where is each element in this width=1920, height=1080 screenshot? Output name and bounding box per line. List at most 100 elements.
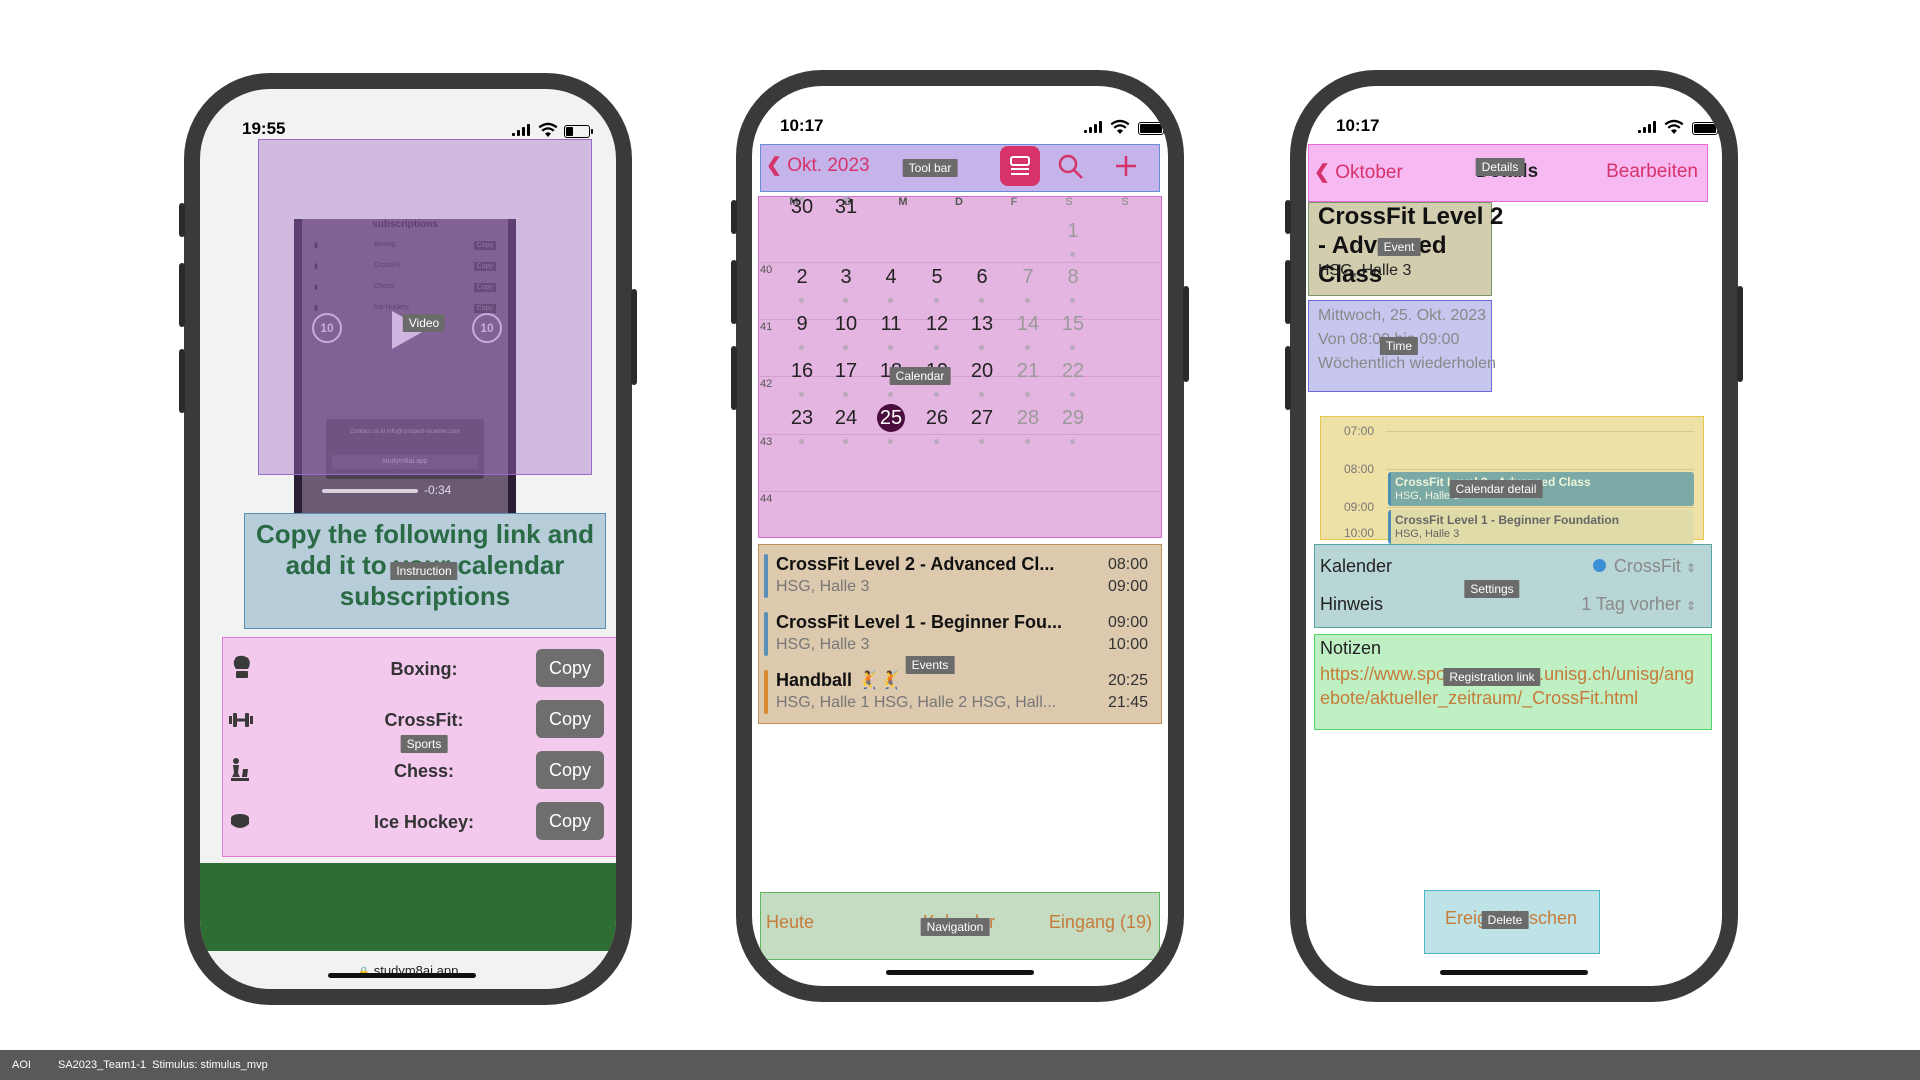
- day-cell[interactable]: 20: [960, 360, 1004, 383]
- aoi-label-delete: Delete: [1481, 911, 1529, 929]
- day-cell[interactable]: 5: [915, 266, 959, 289]
- event-dot: [799, 392, 804, 397]
- day-cell[interactable]: 7: [1006, 266, 1050, 289]
- day-number: 16: [790, 360, 814, 382]
- day-cell[interactable]: 22: [1051, 360, 1095, 383]
- side-button: [1285, 260, 1291, 324]
- timeline-event-location: HSG, Halle 3: [1395, 528, 1460, 540]
- event-dot: [1025, 392, 1030, 397]
- aoi-label-details: Details: [1475, 158, 1525, 176]
- video-progress-track[interactable]: [322, 489, 418, 493]
- event-dot: [1025, 298, 1030, 303]
- toolbar: ❮ Okt. 2023: [760, 144, 1158, 190]
- aoi-label-calendar-detail: Calendar detail: [1449, 480, 1543, 498]
- day-cell[interactable]: 16: [780, 360, 824, 383]
- event-dot: [979, 298, 984, 303]
- list-view-button[interactable]: [1000, 146, 1040, 186]
- timeline-event-2[interactable]: CrossFit Level 1 - Beginner Foundation H…: [1388, 510, 1694, 544]
- wifi-icon: [538, 122, 558, 137]
- chevron-updown-icon: ⇕: [1685, 561, 1696, 575]
- event-dot: [843, 298, 848, 303]
- event-dot: [888, 345, 893, 350]
- edit-button[interactable]: Bearbeiten: [1606, 161, 1698, 183]
- day-number: 7: [1022, 266, 1034, 288]
- day-cell[interactable]: 21: [1006, 360, 1050, 383]
- day-cell[interactable]: 29: [1051, 407, 1095, 430]
- event-dot: [934, 439, 939, 444]
- add-icon[interactable]: [1114, 154, 1138, 178]
- event-location: HSG, Halle 3: [776, 636, 870, 653]
- battery-icon: [1692, 122, 1721, 135]
- day-cell[interactable]: 24: [824, 407, 868, 430]
- phone-3-frame: 10:17 ❮ Oktober Details Bearbeiten Detai…: [1285, 70, 1743, 1002]
- aoi-label-events: Events: [905, 656, 955, 674]
- event-dot: [1070, 252, 1075, 257]
- day-number: 28: [1016, 407, 1040, 429]
- day-number: 27: [970, 407, 994, 429]
- day-cell[interactable]: 2: [780, 266, 824, 289]
- day-cell[interactable]: 23: [780, 407, 824, 430]
- aoi-label-settings: Settings: [1464, 580, 1520, 598]
- day-cell[interactable]: 10: [824, 313, 868, 336]
- calendar-setting[interactable]: Kalender CrossFit ⇕: [1314, 544, 1710, 584]
- day-cell[interactable]: 25: [869, 404, 913, 432]
- day-cell[interactable]: 17: [824, 360, 868, 383]
- day-cell[interactable]: 27: [960, 407, 1004, 430]
- side-button: [179, 203, 185, 237]
- calendar-value-text: CrossFit: [1613, 556, 1681, 576]
- side-button: [631, 289, 637, 385]
- day-cell[interactable]: 12: [915, 313, 959, 336]
- sport-row-boxing: Boxing: Copy: [222, 645, 616, 695]
- event-row[interactable]: CrossFit Level 1 - Beginner Fou... HSG, …: [758, 610, 1160, 660]
- search-icon[interactable]: [1058, 154, 1084, 180]
- event-end: 10:00: [1107, 636, 1148, 653]
- url-bar[interactable]: 🔒 studym8ai.app: [200, 951, 616, 989]
- day-number: 8: [1067, 266, 1079, 288]
- aoi-label-time: Time: [1379, 337, 1419, 355]
- day-cell[interactable]: 4: [869, 266, 913, 289]
- event-dot: [979, 439, 984, 444]
- aoi-label-sports: Sports: [400, 735, 448, 753]
- phone-3-screen: 10:17 ❮ Oktober Details Bearbeiten Detai…: [1306, 86, 1722, 986]
- green-banner: [200, 863, 616, 951]
- event-row[interactable]: Handball 🤾🤾 HSG, Halle 1 HSG, Halle 2 HS…: [758, 668, 1160, 718]
- event-dot: [799, 345, 804, 350]
- alert-value: 1 Tag vorher ⇕: [1581, 594, 1696, 615]
- day-cell[interactable]: 15: [1051, 313, 1095, 336]
- back-month-button[interactable]: ❮ Okt. 2023: [766, 154, 870, 177]
- event-start: 08:00: [1107, 556, 1148, 573]
- event-dot: [843, 392, 848, 397]
- event-title: CrossFit Level 2 - Advanced Cl...: [776, 554, 1055, 574]
- copy-button-crossfit[interactable]: Copy: [536, 700, 604, 738]
- event-dot: [934, 298, 939, 303]
- notes-label: Notizen: [1320, 638, 1382, 658]
- day-cell[interactable]: 28: [1006, 407, 1050, 430]
- copy-button-chess[interactable]: Copy: [536, 751, 604, 789]
- day-cell[interactable]: 8: [1051, 266, 1095, 289]
- day-cell[interactable]: 26: [915, 407, 959, 430]
- list-icon: [1010, 156, 1030, 175]
- copy-button-boxing[interactable]: Copy: [536, 649, 604, 687]
- signal-icon: [1084, 121, 1106, 133]
- day-cell[interactable]: 6: [960, 266, 1004, 289]
- day-cell[interactable]: 11: [869, 313, 913, 336]
- event-dot: [1025, 439, 1030, 444]
- side-button: [179, 349, 185, 413]
- event-dot: [934, 392, 939, 397]
- aoi-label-navigation: Navigation: [920, 918, 990, 936]
- copy-button-ice-hockey[interactable]: Copy: [536, 802, 604, 840]
- day-cell[interactable]: 14: [1006, 313, 1050, 336]
- day-cell[interactable]: 3: [824, 266, 868, 289]
- event-row[interactable]: CrossFit Level 2 - Advanced Cl... HSG, H…: [758, 552, 1160, 602]
- timeline-event-title: CrossFit Level 1 - Beginner Foundation: [1395, 513, 1620, 527]
- event-dot: [1070, 298, 1075, 303]
- day-number: 3: [840, 266, 852, 288]
- nav-inbox[interactable]: Eingang (19): [1049, 912, 1152, 933]
- day-cell[interactable]: 1: [1051, 220, 1095, 243]
- event-dot: [799, 439, 804, 444]
- day-number: 22: [1061, 360, 1085, 382]
- event-dot: [799, 298, 804, 303]
- day-cell[interactable]: 9: [780, 313, 824, 336]
- event-color-bar: [764, 670, 768, 714]
- day-cell[interactable]: 13: [960, 313, 1004, 336]
